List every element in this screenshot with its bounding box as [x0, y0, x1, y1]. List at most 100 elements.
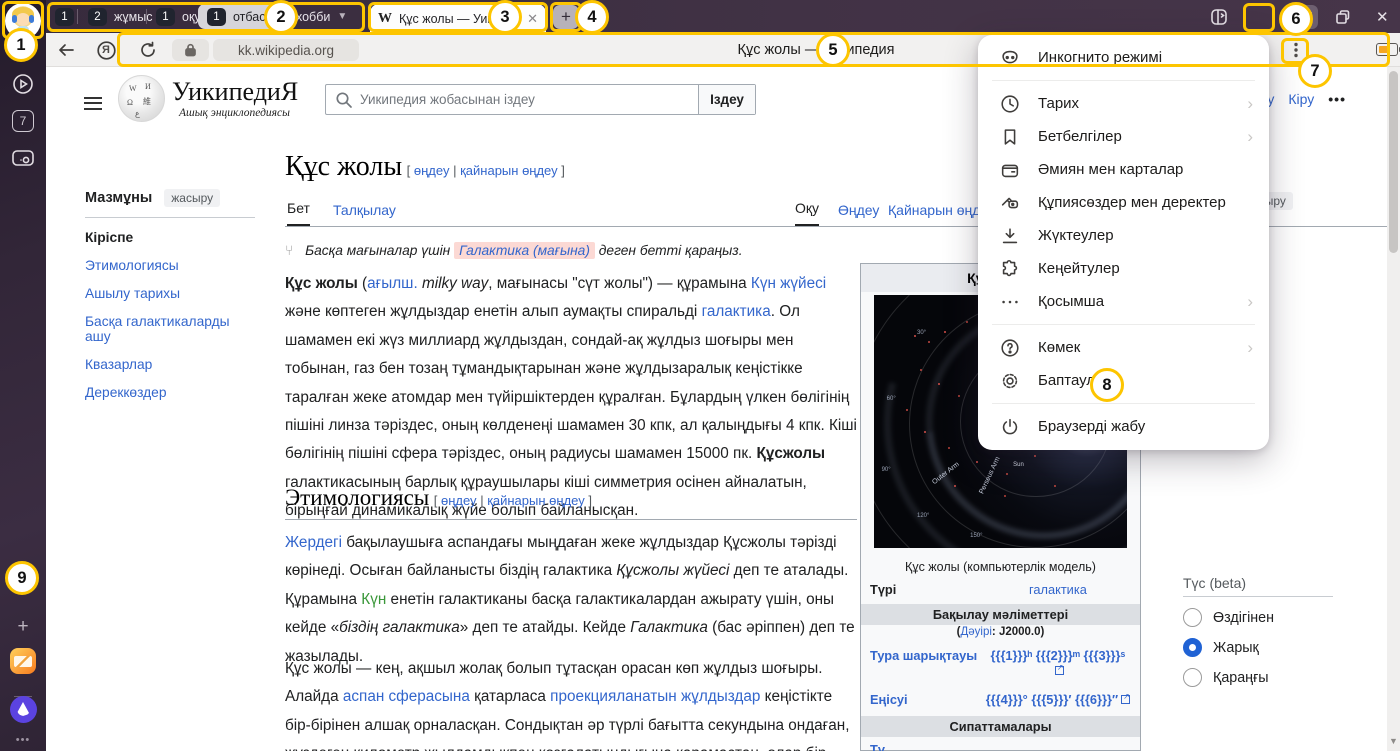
- tab-group-study[interactable]: 1 оқу: [156, 6, 201, 27]
- screenshot-icon[interactable]: [0, 146, 46, 175]
- radio-selected-icon[interactable]: [1183, 638, 1202, 657]
- toc-item-references[interactable]: Дереккөздер: [85, 385, 275, 400]
- lang-link[interactable]: ағылш.: [367, 275, 418, 292]
- annotation-4: 4: [575, 0, 609, 34]
- menu-item-incognito[interactable]: Инкогнито режимі: [978, 41, 1269, 74]
- tab-close-icon[interactable]: ✕: [527, 11, 538, 27]
- appearance-option-light[interactable]: Жарық: [1183, 638, 1259, 657]
- table-of-contents: Мазмұны жасыру Кіріспе Этимологиясы Ашыл…: [85, 189, 275, 413]
- epoch-link[interactable]: Дәуірі: [960, 626, 991, 638]
- tab-edit[interactable]: Өңдеу: [838, 202, 879, 226]
- disambiguation-link[interactable]: Галактика (мағына): [454, 242, 595, 259]
- toc-item-other-galaxies[interactable]: Басқа галактикаларды ашу: [85, 314, 250, 344]
- annotation-2: 2: [264, 0, 298, 34]
- key-icon: [999, 192, 1021, 214]
- toc-item-discovery[interactable]: Ашылу тарихы: [85, 286, 275, 301]
- appearance-option-dark[interactable]: Қараңғы: [1183, 668, 1269, 687]
- incognito-mask-icon: [999, 47, 1021, 69]
- side-panel-toggle-icon[interactable]: [1209, 0, 1229, 33]
- earth-link[interactable]: Жердегі: [285, 534, 342, 551]
- infobox-type-value[interactable]: галактика: [985, 582, 1131, 597]
- galaxy-grid-label: 150°: [970, 533, 982, 539]
- menu-item-more[interactable]: Қосымша›: [978, 285, 1269, 318]
- reload-icon[interactable]: [136, 33, 160, 67]
- radio-unselected-icon[interactable]: [1183, 608, 1202, 627]
- tab-read[interactable]: Оқу: [795, 200, 819, 226]
- chevron-down-icon: ▼: [337, 11, 347, 22]
- tab-group-hobby[interactable]: хобби ▼: [296, 6, 347, 27]
- infobox-dec-value[interactable]: {{{4}}}° {{{5}}}′ {{{6}}}″: [985, 692, 1131, 707]
- menu-item-close-browser[interactable]: Браузерді жабу: [978, 410, 1269, 443]
- toc-item-etymology[interactable]: Этимологиясы: [85, 258, 275, 273]
- infobox-dec-label[interactable]: Еңісуі: [870, 692, 985, 707]
- menu-item-help[interactable]: Көмек›: [978, 331, 1269, 364]
- sidebar-add-icon[interactable]: +: [0, 616, 46, 638]
- section-edit-source-link[interactable]: қайнарын өңдеу: [487, 493, 585, 508]
- page-title: Құс жолы: [285, 151, 402, 182]
- page-scrollbar[interactable]: ▼: [1387, 67, 1400, 751]
- edit-link[interactable]: өңдеу: [414, 163, 450, 178]
- window-restore-icon[interactable]: [1334, 0, 1352, 33]
- toc-item-quasars[interactable]: Квазарлар: [85, 357, 275, 372]
- appearance-color-title: Түс (beta): [1183, 575, 1246, 591]
- infobox-ra-label[interactable]: Тура шарықтауы: [870, 648, 985, 678]
- chevron-right-icon: ›: [1247, 127, 1253, 147]
- menu-separator: [992, 403, 1255, 404]
- menu-item-downloads[interactable]: Жүктеулер: [978, 219, 1269, 252]
- wiki-menu-icon[interactable]: [84, 93, 102, 113]
- sidebar-more-icon[interactable]: •••: [0, 734, 46, 746]
- menu-item-history[interactable]: Тарих›: [978, 87, 1269, 120]
- tab-page[interactable]: Бет: [287, 200, 310, 226]
- tab-counter-badge[interactable]: 7: [0, 110, 46, 132]
- section-edit-link[interactable]: өңдеу: [441, 493, 477, 508]
- radio-unselected-icon[interactable]: [1183, 668, 1202, 687]
- infobox-epoch: (Дәуірі: J2000.0): [861, 626, 1140, 638]
- wikipedia-favicon: W: [378, 11, 392, 27]
- wiki-search-box[interactable]: Уикипедия жобасынан іздеу Іздеу: [325, 84, 756, 115]
- scrollbar-thumb[interactable]: [1389, 71, 1398, 253]
- galaxy-grid-label: 60°: [887, 396, 896, 402]
- window-close-icon[interactable]: ✕: [1376, 0, 1389, 33]
- yandex-mail-icon[interactable]: [0, 648, 46, 679]
- edit-source-link[interactable]: қайнарын өңдеу: [460, 163, 558, 178]
- menu-item-extensions[interactable]: Кеңейтулер: [978, 252, 1269, 285]
- user-more-icon[interactable]: •••: [1328, 91, 1346, 107]
- wikipedia-logo[interactable]: WИ Ω維 ع: [118, 75, 165, 122]
- sun-link[interactable]: Күн: [361, 591, 386, 608]
- url-field[interactable]: kk.wikipedia.org: [213, 39, 359, 61]
- yandex-browser-icon[interactable]: [0, 696, 46, 728]
- tab-talk[interactable]: Талқылау: [333, 202, 396, 226]
- solar-system-link[interactable]: Күн жүйесі: [751, 275, 826, 292]
- menu-item-wallet[interactable]: Әмиян мен карталар: [978, 153, 1269, 186]
- wikipedia-wordmark: УикипедиЯ: [172, 77, 298, 107]
- paragraph-etymology-1: Жердегі бақылаушыға аспандағы мыңдаған ж…: [285, 529, 857, 671]
- menu-item-bookmarks[interactable]: Бетбелгілер›: [978, 120, 1269, 153]
- wiki-search-button[interactable]: Іздеу: [698, 85, 755, 114]
- infobox-ra-value[interactable]: {{{1}}}ʰ {{{2}}}ᵐ {{{3}}}ˢ: [985, 648, 1131, 678]
- galaxy-grid-label: 90°: [882, 467, 891, 473]
- toc-hide-button[interactable]: жасыру: [164, 189, 220, 207]
- annotation-6: 6: [1279, 2, 1313, 36]
- infobox-caption: Құс жолы (компьютерлік модель): [861, 560, 1140, 574]
- menu-separator: [992, 324, 1255, 325]
- power-icon: [999, 416, 1021, 438]
- battery-icon[interactable]: [1376, 43, 1398, 56]
- ellipsis-icon: [999, 291, 1021, 313]
- scrollbar-down-arrow[interactable]: ▼: [1389, 736, 1398, 746]
- menu-item-passwords[interactable]: Құпиясөздер мен деректер: [978, 186, 1269, 219]
- toc-item-intro[interactable]: Кіріспе: [85, 230, 275, 245]
- annotation-1: 1: [4, 28, 38, 62]
- galaxy-link[interactable]: галактика: [702, 303, 771, 320]
- projected-stars-link[interactable]: проекцияланатын жұлдыздар: [550, 688, 760, 705]
- tab-group-work[interactable]: 2 жұмыс: [88, 6, 152, 27]
- appearance-option-auto[interactable]: Өздігінен: [1183, 608, 1274, 627]
- tab-group-pinned[interactable]: 1: [55, 6, 74, 27]
- site-security-lock-icon[interactable]: [172, 39, 209, 61]
- celestial-sphere-link[interactable]: аспан сферасына: [343, 688, 470, 705]
- login-link[interactable]: Кіру: [1288, 91, 1314, 107]
- gear-icon: [999, 370, 1021, 392]
- infobox-characteristics-header: Сипаттамалары: [861, 716, 1140, 737]
- back-icon[interactable]: [54, 33, 78, 67]
- media-play-icon[interactable]: [0, 72, 46, 101]
- yandex-search-icon[interactable]: Я: [94, 33, 118, 67]
